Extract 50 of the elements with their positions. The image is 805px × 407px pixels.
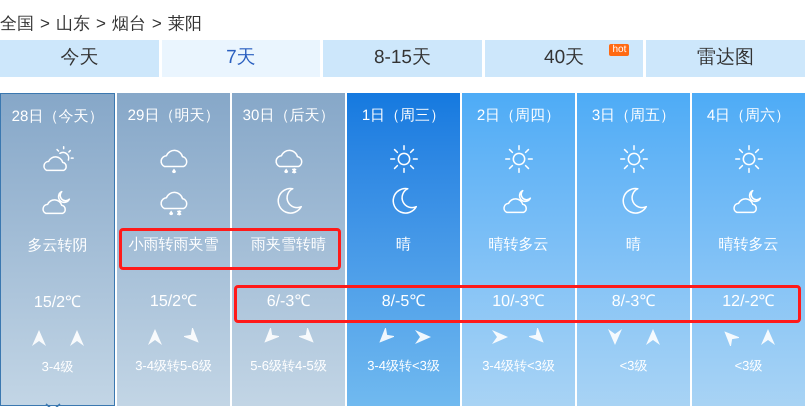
breadcrumb-separator: > <box>96 13 106 36</box>
wind-level-text: 3-4级转5-6级 <box>135 357 212 375</box>
weather-text: 雨夹雪转晴 <box>251 234 326 254</box>
hot-badge: hot <box>609 44 630 56</box>
wind-arrow-icon <box>606 328 624 346</box>
day-date: 29日（明天） <box>128 106 220 126</box>
wind-level-text: 3-4级 <box>42 358 74 376</box>
tab[interactable]: 40天 hot <box>484 40 644 77</box>
day-date: 2日（周四） <box>476 106 560 126</box>
temperature-text: 15/2℃ <box>150 292 198 312</box>
day-card[interactable]: 1日（周三） 晴 8/-5℃ 3-4级转<3级 <box>347 93 460 406</box>
weather-text: 晴 <box>626 234 641 254</box>
temperature-text: 10/-3℃ <box>492 292 545 312</box>
temperature-text: 6/-3℃ <box>266 292 310 312</box>
temperature-text: 15/2℃ <box>34 293 82 313</box>
wind-level-text: <3级 <box>734 357 762 375</box>
tab[interactable]: 8-15天 <box>323 40 482 77</box>
temperature-text: 8/-3℃ <box>612 292 656 312</box>
temperature-text: 8/-5℃ <box>382 292 426 312</box>
breadcrumb-separator: > <box>152 13 162 36</box>
breadcrumb-link[interactable]: 莱阳 <box>168 11 202 37</box>
wind-arrow-icon <box>68 329 86 347</box>
wind-arrow-icon <box>644 328 662 346</box>
day-date: 30日（后天） <box>242 106 334 126</box>
wind-level-text: 3-4级转<3级 <box>367 357 440 375</box>
temperature-text: 12/-2℃ <box>722 292 775 312</box>
wind-level-text: 5-6级转4-5级 <box>250 357 327 375</box>
breadcrumb-separator: > <box>40 13 50 36</box>
weather-text: 晴 <box>396 234 411 254</box>
weather-text: 多云转阴 <box>28 236 88 256</box>
day-date: 3日（周五） <box>592 106 676 126</box>
tab[interactable]: 雷达图 <box>646 40 805 77</box>
wind-level-text: <3级 <box>620 357 648 375</box>
breadcrumb-link[interactable]: 烟台 <box>112 11 146 37</box>
day-date: 1日（周三） <box>362 106 446 126</box>
day-date: 28日（今天） <box>12 107 104 127</box>
weather-text: 晴转多云 <box>718 234 778 254</box>
wind-arrow-icon <box>30 329 48 347</box>
weather-text: 晴转多云 <box>488 234 548 254</box>
breadcrumb-link[interactable]: 全国 <box>0 11 34 37</box>
wind-arrow-icon <box>146 328 164 346</box>
wind-level-text: 3-4级转<3级 <box>482 357 555 375</box>
wind-arrow-icon <box>758 328 776 346</box>
wind-arrow-icon <box>490 328 508 346</box>
wind-arrow-icon <box>414 328 432 346</box>
tab[interactable]: 7天 <box>162 40 320 77</box>
tab[interactable]: 今天 <box>0 40 159 77</box>
day-date: 4日（周六） <box>706 106 790 126</box>
breadcrumb-link[interactable]: 山东 <box>56 11 90 37</box>
weather-text: 小雨转雨夹雪 <box>128 234 218 254</box>
